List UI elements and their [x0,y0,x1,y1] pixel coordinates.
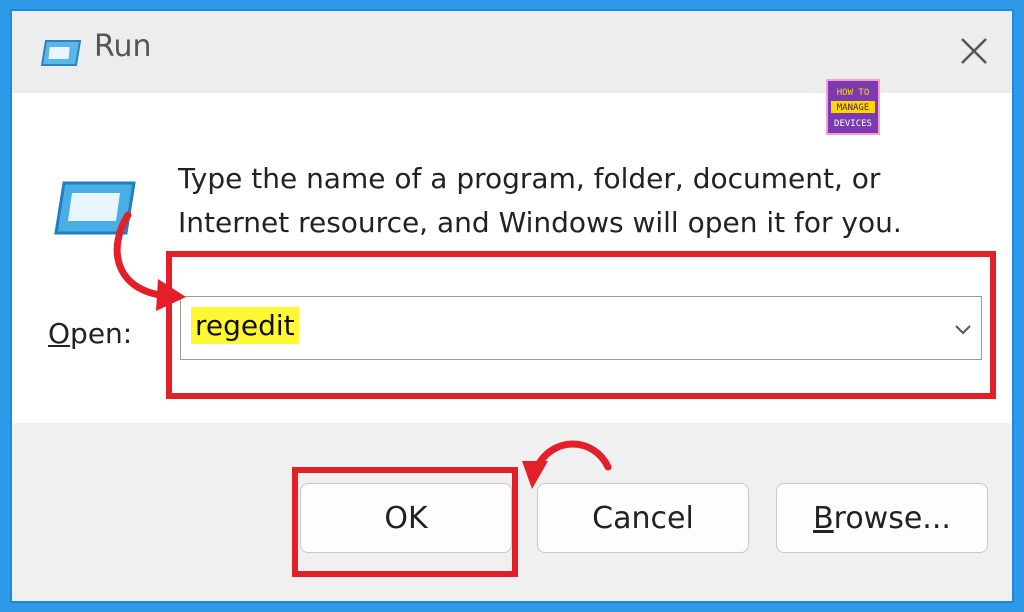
how-to-manage-devices-logo: HOW TO MANAGE DEVICES [826,79,880,135]
svg-text:DEVICES: DEVICES [834,119,872,129]
window-title: Run [94,29,152,64]
open-label: Open: [48,317,133,350]
open-combobox[interactable]: regedit [180,296,982,360]
dialog-content [12,93,1012,423]
close-icon[interactable] [954,31,994,71]
run-dialog: Run HOW TO MANAGE DEVICES Type the name … [10,9,1014,603]
run-icon [54,181,136,235]
browse-button[interactable]: Browse... [776,483,988,553]
open-input-value[interactable]: regedit [191,307,299,344]
svg-text:MANAGE: MANAGE [837,103,870,113]
svg-text:HOW TO: HOW TO [837,88,870,98]
ok-button[interactable]: OK [300,483,512,553]
cancel-button[interactable]: Cancel [537,483,749,553]
dialog-description: Type the name of a program, folder, docu… [178,162,902,239]
chevron-down-icon[interactable] [951,317,975,341]
run-icon [40,40,82,66]
